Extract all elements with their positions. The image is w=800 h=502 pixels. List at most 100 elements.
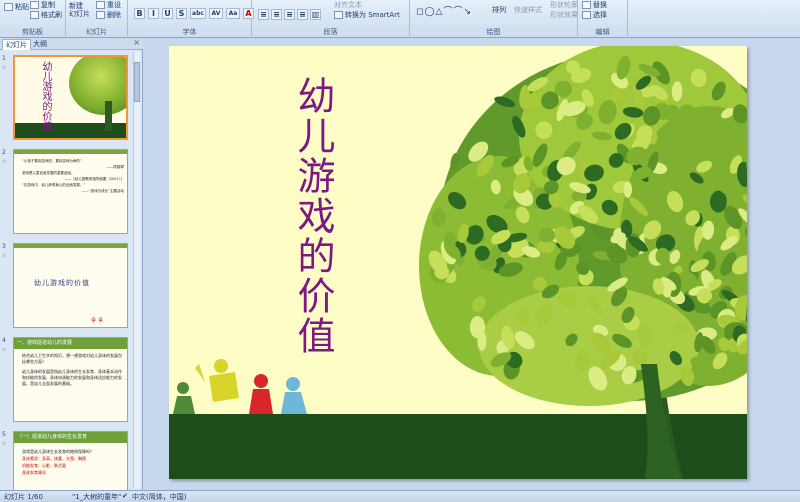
current-slide[interactable]: 幼儿游戏的价值 <box>169 46 747 479</box>
select-icon <box>582 11 591 19</box>
underline-button[interactable]: U <box>162 8 173 19</box>
thumb-line: 游戏是幼儿身体生长发育的物质保障吗？ <box>22 449 94 454</box>
thumb-line: 机能发育：心脏、肺活量 <box>22 463 66 468</box>
thumb-line: 身体发育情况 <box>22 470 46 475</box>
close-icon[interactable]: × <box>133 38 140 47</box>
new-slide-button[interactable]: 新建 幻灯片 <box>69 2 91 18</box>
leaf <box>477 330 487 351</box>
thumb-line: 幼儿身体的发展是指幼儿身体的生长发育、身体基本动作和技能的发展、身体协调能力的发… <box>22 369 122 386</box>
thumb-line: ——“游戏与成长”主题活动 <box>81 189 124 193</box>
copy-label: 复制 <box>41 1 55 9</box>
copy-icon <box>30 1 39 9</box>
shape-effects-button[interactable]: 形状效果 <box>550 10 578 20</box>
slide-title[interactable]: 幼儿游戏的价值 <box>287 76 335 356</box>
thumb-body: “小孩子喜欢游戏的，喜欢游戏为命的” ——陈鹤琴 游戏是儿童自身发展的重要途径。… <box>22 158 124 194</box>
animation-icon: ☆ <box>2 347 7 353</box>
spacing-button[interactable]: AV <box>209 8 223 19</box>
theme-name: "1_大树的童年" <box>72 493 122 501</box>
smartart-icon <box>334 11 343 19</box>
tab-slides[interactable]: 幻灯片 <box>2 39 31 50</box>
kid-figure-red <box>249 374 273 414</box>
align-center-icon[interactable]: ≡ <box>271 9 282 20</box>
paste-button[interactable]: 粘贴 <box>4 2 29 12</box>
paragraph-group-label: 段落 <box>323 28 338 36</box>
slide-number: 2 <box>2 149 6 156</box>
scrollbar-thumb[interactable] <box>134 62 140 102</box>
slide-number: 4 <box>2 337 6 344</box>
editing-group-label: 编辑 <box>595 28 610 36</box>
drawing-group: ◻◯△⌒⌒↘ 排列 快速样式 形状轮廓 形状效果 绘图 <box>410 0 578 38</box>
arrange-button[interactable]: 排列 <box>492 5 506 15</box>
status-bar: 幻灯片 1/60 "1_大树的童年" ✔ 中文(简体，中国) <box>0 490 800 502</box>
reset-label: 重设 <box>107 1 121 9</box>
slide-thumbnail-4[interactable]: 一、游戏促进幼儿的发展 结合幼儿卫生学的知识，想一想游戏对幼儿身体的发展包括哪些… <box>13 337 128 422</box>
strikethrough-button[interactable]: abc <box>190 8 206 19</box>
slide-number: 1 <box>2 55 6 62</box>
tab-outline[interactable]: 大纲 <box>30 39 50 50</box>
thumb-tree-canopy <box>69 57 126 115</box>
format-painter-button[interactable]: 格式刷 <box>30 10 62 20</box>
leaf <box>538 227 556 243</box>
slide-thumbnail-2[interactable]: “小孩子喜欢游戏的，喜欢游戏为命的” ——陈鹤琴 游戏是儿童自身发展的重要途径。… <box>13 149 128 234</box>
thumb-top-band <box>14 150 127 154</box>
reset-button[interactable]: 重设 <box>96 0 121 10</box>
brush-icon <box>30 11 39 19</box>
thumb-line: 结合幼儿卫生学的知识，想一想游戏对幼儿身体的发展包括哪些方面？ <box>22 353 122 364</box>
animation-icon: ☆ <box>2 253 7 259</box>
bold-button[interactable]: B <box>134 8 145 19</box>
convert-smartart-button[interactable]: 转换为 SmartArt <box>334 10 400 20</box>
shape-outline-button[interactable]: 形状轮廓 <box>550 0 578 10</box>
shadow-button[interactable]: S <box>176 8 187 19</box>
align-right-icon[interactable]: ≡ <box>284 9 295 20</box>
delete-icon <box>96 11 105 19</box>
slides-panel: 幻灯片 大纲 × 1 ☆ 幼儿游戏的价值 2 ☆ “小孩子喜欢游戏的，喜欢游戏为… <box>0 38 143 490</box>
slide-thumbnail-3[interactable]: 幼儿游戏的价值 ⚘⚘ <box>13 243 128 328</box>
align-text-button[interactable]: 对齐文本 <box>334 0 362 10</box>
replace-icon <box>582 1 591 9</box>
font-format-buttons: B I U S abc AV Aa A <box>134 8 254 19</box>
kid-figure-blue <box>281 377 307 414</box>
leaf <box>623 181 632 198</box>
quick-styles-button[interactable]: 快速样式 <box>514 5 542 15</box>
slide-thumbnail-5[interactable]: （一）促进幼儿身体的生长发育 游戏是幼儿身体生长发育的物质保障吗？ 身体素质：身… <box>13 431 128 490</box>
italic-button[interactable]: I <box>148 8 159 19</box>
clipboard-group: 粘贴 复制 格式刷 剪贴板 <box>0 0 66 38</box>
change-case-button[interactable]: Aa <box>226 8 240 19</box>
language-indicator[interactable]: 中文(简体，中国) <box>132 492 186 502</box>
thumbnail-scrollbar[interactable] <box>133 52 140 488</box>
thumb-line: 身体素质：身高、体重、头围、胸围 <box>22 456 86 461</box>
justify-icon[interactable]: ≡ <box>297 9 308 20</box>
columns-icon[interactable]: ▥ <box>310 9 321 20</box>
thumb-header: （一）促进幼儿身体的生长发育 <box>14 432 127 443</box>
paste-label: 粘贴 <box>15 3 29 11</box>
powerpoint-window: 粘贴 复制 格式刷 剪贴板 新建 幻灯片 重设 删除 幻灯片 B I U S a… <box>0 0 800 502</box>
thumb-header: 一、游戏促进幼儿的发展 <box>14 338 127 349</box>
kid-figure-yellow <box>195 359 239 402</box>
paragraph-group: ≡ ≡ ≡ ≡ ▥ 对齐文本 转换为 SmartArt 段落 <box>252 0 410 38</box>
select-label: 选择 <box>593 11 607 19</box>
panel-tabs: 幻灯片 大纲 × <box>0 38 143 50</box>
slide-thumbnail-1[interactable]: 幼儿游戏的价值 <box>13 55 128 140</box>
shapes-gallery[interactable]: ◻◯△⌒⌒↘ <box>416 4 472 17</box>
format-painter-label: 格式刷 <box>41 11 62 19</box>
spellcheck-icon[interactable]: ✔ <box>122 492 128 500</box>
select-button[interactable]: 选择 <box>582 10 607 20</box>
align-left-icon[interactable]: ≡ <box>258 9 269 20</box>
thumb-tree-trunk <box>105 101 112 131</box>
slide-counter: 幻灯片 1/60 <box>4 493 43 501</box>
delete-label: 删除 <box>107 11 121 19</box>
copy-button[interactable]: 复制 <box>30 0 55 10</box>
font-group-label: 字体 <box>182 28 197 36</box>
replace-button[interactable]: 替换 <box>582 0 607 10</box>
convert-smartart-label: 转换为 SmartArt <box>345 11 400 19</box>
animation-icon: ☆ <box>2 441 7 447</box>
slide-number: 5 <box>2 431 6 438</box>
ribbon: 粘贴 复制 格式刷 剪贴板 新建 幻灯片 重设 删除 幻灯片 B I U S a… <box>0 0 800 38</box>
editing-group: 替换 选择 编辑 <box>578 0 628 38</box>
thumb-title: 幼儿游戏的价值 <box>40 61 51 131</box>
paste-icon <box>4 3 13 11</box>
clipboard-group-label: 剪贴板 <box>22 28 43 36</box>
align-buttons: ≡ ≡ ≡ ≡ ▥ <box>258 9 321 20</box>
kid-figure-green <box>173 382 195 414</box>
delete-button[interactable]: 删除 <box>96 10 121 20</box>
